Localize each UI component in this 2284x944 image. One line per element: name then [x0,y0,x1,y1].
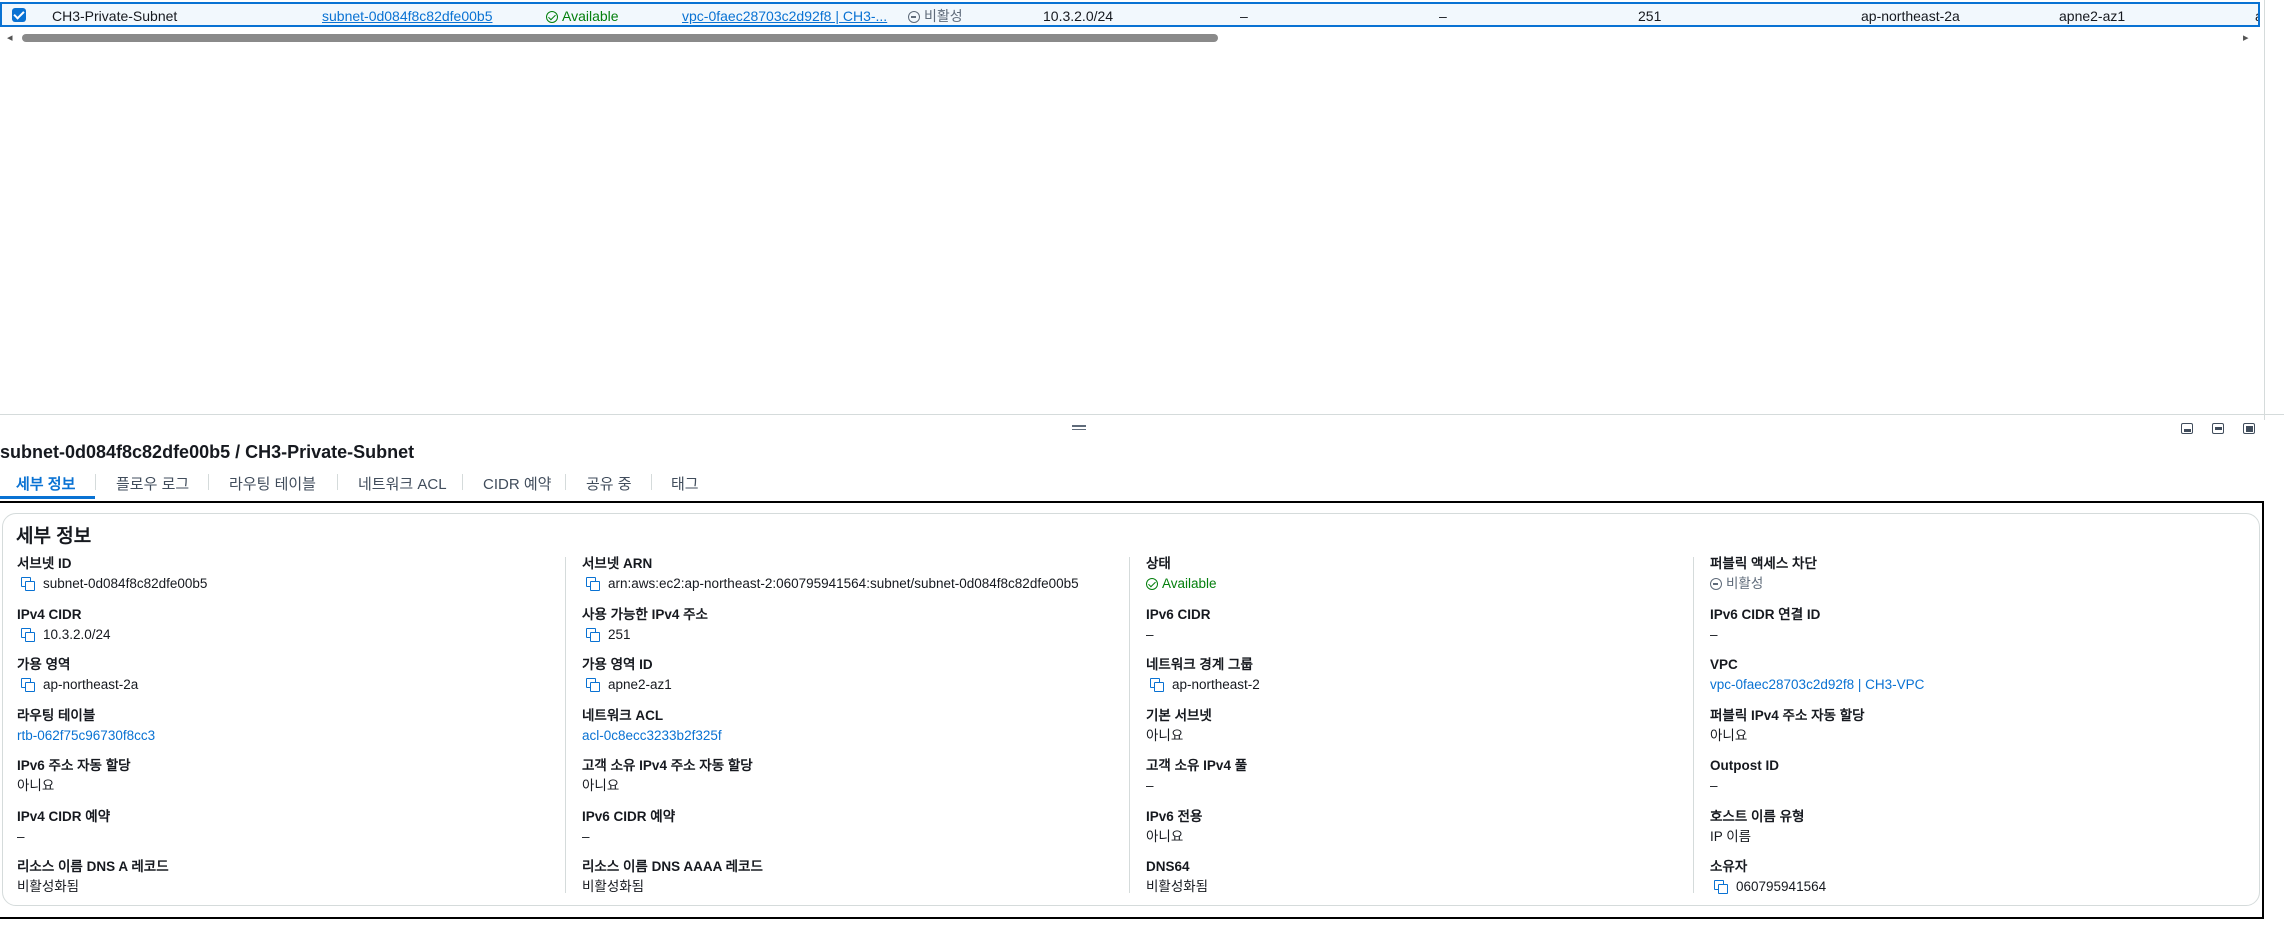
minus-circle-icon [1710,578,1722,590]
scrollbar-thumb[interactable] [22,34,1218,42]
copy-icon[interactable] [586,577,600,591]
tab-sharing[interactable]: 공유 중 [586,473,632,494]
tab-cidr-reservations[interactable]: CIDR 예약 [483,473,551,494]
copy-icon[interactable] [586,678,600,692]
field-ipv6-cidr-assoc-id: IPv6 CIDR 연결 ID – [1710,607,1821,642]
route-table-link[interactable]: rtb-062f75c96730f8cc3 [17,728,155,743]
copy-icon[interactable] [21,628,35,642]
panel-bottom-icon[interactable] [2181,423,2193,434]
network-acl-link[interactable]: acl-0c8ecc3233b2f325f [582,728,722,743]
field-network-acl: 네트워크 ACL acl-0c8ecc3233b2f325f [582,708,722,743]
field-subnet-id: 서브넷 ID subnet-0d084f8c82dfe00b5 [17,556,208,591]
field-ipv4-cidr: IPv4 CIDR 10.3.2.0/24 [17,607,111,642]
field-block-public-access: 퍼블릭 액세스 차단 비활성 [1710,556,1817,591]
tab-route-table[interactable]: 라우팅 테이블 [229,473,316,494]
vpc-link[interactable]: vpc-0faec28703c2d92f8 | CH3-VPC [1710,677,1924,692]
row-truncated-cell: a [2255,8,2258,24]
field-dns-a-record: 리소스 이름 DNS A 레코드 비활성화됨 [17,859,169,894]
card-title: 세부 정보 [16,526,92,547]
tab-details[interactable]: 세부 정보 [16,473,75,494]
check-circle-icon [1146,578,1158,590]
row-ipv6-cidr: – [1240,8,1248,24]
field-vpc: VPC vpc-0faec28703c2d92f8 | CH3-VPC [1710,657,1925,692]
tab-tags[interactable]: 태그 [671,473,699,494]
scroll-right-arrow[interactable]: ▸ [2243,31,2249,45]
copy-icon[interactable] [21,678,35,692]
field-ipv6-only: IPv6 전용 아니요 [1146,809,1203,844]
row-ipv4-cidr: 10.3.2.0/24 [1043,8,1114,24]
field-network-border-group: 네트워크 경계 그룹 ap-northeast-2 [1146,657,1260,692]
check-circle-icon [546,11,558,23]
panel-split-icon[interactable] [2212,423,2224,434]
copy-icon[interactable] [1714,880,1728,894]
minus-circle-icon [908,11,920,23]
vertical-scroll-edge [2264,0,2265,420]
split-divider [0,414,2284,415]
row-ipv6-cidr-assoc: – [1439,8,1447,24]
field-outpost-id: Outpost ID – [1710,758,1779,793]
field-public-ipv4-auto-assign: 퍼블릭 IPv4 주소 자동 할당 아니요 [1710,708,1865,743]
details-tabs: 세부 정보 플로우 로그 라우팅 테이블 네트워크 ACL CIDR 예약 공유… [0,469,720,499]
panel-full-icon[interactable] [2243,423,2255,434]
row-name: CH3-Private-Subnet [52,8,178,24]
copy-icon[interactable] [1150,678,1164,692]
field-route-table: 라우팅 테이블 rtb-062f75c96730f8cc3 [17,708,156,743]
field-availability-zone: 가용 영역 ap-northeast-2a [17,657,139,692]
copy-icon[interactable] [586,628,600,642]
row-az-id: apne2-az1 [2059,8,2126,24]
field-ipv6-cidr: IPv6 CIDR – [1146,607,1211,642]
row-block-public-access: 비활성 [908,8,963,24]
active-tab-indicator [0,496,95,499]
field-az-id: 가용 영역 ID apne2-az1 [582,657,672,692]
field-subnet-arn: 서브넷 ARN arn:aws:ec2:ap-northeast-2:06079… [582,556,1079,591]
row-state: Available [546,8,619,24]
copy-icon[interactable] [21,577,35,591]
row-available-ipv4: 251 [1638,8,1662,24]
field-dns-aaaa-record: 리소스 이름 DNS AAAA 레코드 비활성화됨 [582,859,763,894]
scroll-left-arrow[interactable]: ◂ [7,31,13,45]
resize-handle-icon[interactable] [1072,425,1086,431]
subnet-table-row[interactable]: CH3-Private-Subnet subnet-0d084f8c82dfe0… [0,2,2260,27]
tab-network-acl[interactable]: 네트워크 ACL [358,473,447,494]
field-ipv6-auto-assign: IPv6 주소 자동 할당 아니요 [17,758,131,793]
field-ipv4-cidr-reservations: IPv4 CIDR 예약 – [17,809,111,844]
field-customer-owned-ipv4-auto: 고객 소유 IPv4 주소 자동 할당 아니요 [582,758,753,793]
row-subnet-id-link[interactable]: subnet-0d084f8c82dfe00b5 [322,8,492,24]
field-customer-owned-ipv4-pool: 고객 소유 IPv4 풀 – [1146,758,1248,793]
row-az: ap-northeast-2a [1861,8,1960,24]
details-card: 세부 정보 서브넷 ID subnet-0d084f8c82dfe00b5 IP… [2,513,2260,906]
field-owner: 소유자 060795941564 [1710,859,1827,894]
field-ipv6-cidr-reservations: IPv6 CIDR 예약 – [582,809,676,844]
horizontal-scrollbar[interactable]: ◂ ▸ [0,31,2260,45]
row-checkbox[interactable] [12,8,26,22]
field-available-ipv4: 사용 가능한 IPv4 주소 251 [582,607,708,642]
field-state: 상태 Available [1146,556,1217,591]
tab-flow-logs[interactable]: 플로우 로그 [116,473,189,494]
field-default-subnet: 기본 서브넷 아니요 [1146,708,1212,743]
field-hostname-type: 호스트 이름 유형 IP 이름 [1710,809,1805,844]
field-dns64: DNS64 비활성화됨 [1146,859,1209,894]
row-vpc-link[interactable]: vpc-0faec28703c2d92f8 | CH3-... [682,8,887,24]
details-title: subnet-0d084f8c82dfe00b5 / CH3-Private-S… [0,442,415,462]
